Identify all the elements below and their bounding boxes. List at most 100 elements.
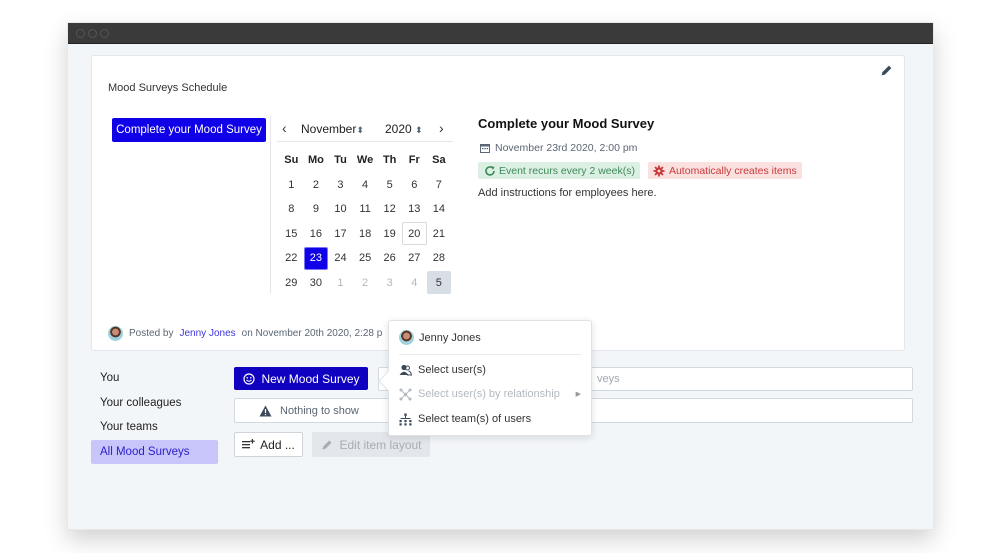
selected-day[interactable]: 23 (303, 246, 329, 270)
event-date: November 23rd 2020, 2:00 pm (478, 141, 898, 154)
event-description: Add instructions for employees here. (478, 187, 657, 199)
sidebar-item-you[interactable]: You (91, 366, 218, 391)
calendar-day[interactable]: 29 (279, 271, 304, 294)
schedule-title: Mood Surveys Schedule (108, 82, 228, 94)
event-title: Complete your Mood Survey (478, 116, 655, 131)
sidebar-item-colleagues[interactable]: Your colleagues (91, 391, 218, 416)
divider (399, 354, 581, 355)
warning-icon (259, 404, 272, 417)
smiley-icon (242, 372, 255, 385)
calendar-day[interactable]: 6 (402, 173, 427, 196)
minimize-window-button[interactable] (88, 29, 97, 38)
add-button[interactable]: Add ... (234, 432, 303, 457)
calendar-day[interactable]: 4 (402, 271, 427, 294)
edit-layout-label: Edit item layout (339, 437, 422, 452)
search-placeholder: veys (597, 373, 620, 385)
calendar-day[interactable]: 3 (377, 271, 402, 294)
select-teams-item[interactable]: Select team(s) of users (399, 409, 581, 429)
calendar-day[interactable]: 7 (427, 173, 452, 196)
recurrence-text: Event recurs every 2 week(s) (499, 164, 635, 177)
schedule-card: Mood Surveys Schedule Complete your Mood… (91, 55, 905, 351)
calendar-day[interactable]: 3 (328, 173, 353, 196)
posted-prefix: Posted by (129, 328, 174, 339)
calendar-day[interactable]: 19 (377, 222, 402, 245)
weekday-label: We (356, 154, 374, 167)
sidebar: You Your colleagues Your teams All Mood … (91, 366, 218, 464)
calendar-day[interactable]: 1 (328, 271, 353, 294)
event-button[interactable]: Complete your Mood Survey (112, 118, 266, 142)
calendar-day[interactable]: 18 (353, 222, 378, 245)
calendar-day[interactable]: 1 (279, 173, 304, 196)
week-row: 15 16 17 18 19 20 21 (279, 222, 455, 247)
recurrence-badge: Event recurs every 2 week(s) (478, 162, 640, 179)
popover-current-user[interactable]: Jenny Jones (399, 330, 481, 345)
sort-icon: ⬍ (356, 125, 364, 135)
popover-user-name: Jenny Jones (419, 331, 481, 344)
maximize-window-button[interactable] (100, 29, 109, 38)
calendar-day[interactable]: 22 (279, 247, 304, 270)
calendar-icon (478, 141, 491, 154)
window-titlebar (68, 23, 933, 44)
calendar-day[interactable]: 27 (402, 247, 427, 270)
avatar (108, 326, 123, 341)
calendar-day[interactable]: 13 (402, 198, 427, 221)
refresh-icon (483, 164, 496, 177)
org-chart-icon (399, 413, 412, 426)
weekday-label: Th (382, 154, 397, 167)
calendar-day[interactable]: 5 (426, 271, 452, 295)
calendar-day[interactable]: 12 (377, 198, 402, 221)
month-label: November (301, 122, 357, 136)
calendar-day[interactable]: 14 (427, 198, 452, 221)
week-row: 8 9 10 11 12 13 14 (279, 197, 455, 222)
sidebar-item-all-mood-surveys[interactable]: All Mood Surveys (91, 439, 218, 464)
empty-message: Nothing to show (280, 404, 359, 417)
calendar-day[interactable]: 16 (304, 222, 329, 245)
author-link[interactable]: Jenny Jones (179, 328, 235, 339)
week-row: 29 30 1 2 3 4 5 (279, 271, 455, 296)
calendar-day[interactable]: 10 (328, 198, 353, 221)
calendar-day[interactable]: 15 (279, 222, 304, 245)
select-by-relationship-label: Select user(s) by relationship (418, 388, 560, 400)
year-select[interactable]: 2020 ⬍ (385, 122, 423, 136)
app-window: Mood Surveys Schedule Complete your Mood… (67, 22, 934, 530)
select-users-item[interactable]: Select user(s) (399, 360, 581, 380)
select-users-by-relationship-item: Select user(s) by relationship ▶ (399, 384, 581, 404)
assign-popover: Jenny Jones Select user(s) Select user(s… (378, 320, 592, 436)
today-day[interactable]: 20 (401, 222, 427, 246)
calendar: ‹ November⬍ 2020 ⬍ › Su Mo Tu We Th Fr Sa 1 2 3 4 5… (270, 116, 455, 296)
select-users-label: Select user(s) (418, 364, 486, 376)
month-select[interactable]: November⬍ (301, 122, 364, 136)
chevron-right-icon[interactable]: › (439, 120, 444, 136)
close-window-button[interactable] (76, 29, 85, 38)
calendar-day[interactable]: 25 (353, 247, 378, 270)
caret-right-icon: ▶ (575, 391, 581, 398)
add-list-icon (242, 438, 255, 451)
calendar-day[interactable]: 2 (353, 271, 378, 294)
calendar-day[interactable]: 9 (304, 198, 329, 221)
relationship-icon (399, 388, 412, 401)
new-mood-survey-button[interactable]: New Mood Survey (234, 367, 368, 390)
calendar-header: ‹ November⬍ 2020 ⬍ › (277, 116, 453, 142)
calendar-day[interactable]: 17 (328, 222, 353, 245)
calendar-day[interactable]: 5 (377, 173, 402, 196)
year-label: 2020 (385, 122, 412, 136)
weekday-label: Sa (432, 154, 446, 167)
auto-create-badge: Automatically creates items (647, 162, 802, 179)
calendar-day[interactable]: 2 (304, 173, 329, 196)
calendar-day[interactable]: 21 (427, 222, 452, 245)
auto-create-text: Automatically creates items (668, 164, 797, 177)
calendar-day[interactable]: 30 (304, 271, 329, 294)
weekday-label: Mo (307, 154, 324, 167)
new-mood-survey-label: New Mood Survey (261, 371, 360, 386)
select-teams-label: Select team(s) of users (418, 413, 532, 425)
sidebar-item-teams[interactable]: Your teams (91, 415, 218, 440)
calendar-day[interactable]: 11 (353, 198, 378, 221)
calendar-day[interactable]: 26 (377, 247, 402, 270)
calendar-day[interactable]: 24 (328, 247, 353, 270)
calendar-day[interactable]: 28 (427, 247, 452, 270)
pencil-icon[interactable] (880, 64, 894, 78)
calendar-day[interactable]: 4 (353, 173, 378, 196)
week-row: 22 23 24 25 26 27 28 (279, 246, 455, 271)
calendar-day[interactable]: 8 (279, 198, 304, 221)
chevron-left-icon[interactable]: ‹ (282, 120, 287, 136)
